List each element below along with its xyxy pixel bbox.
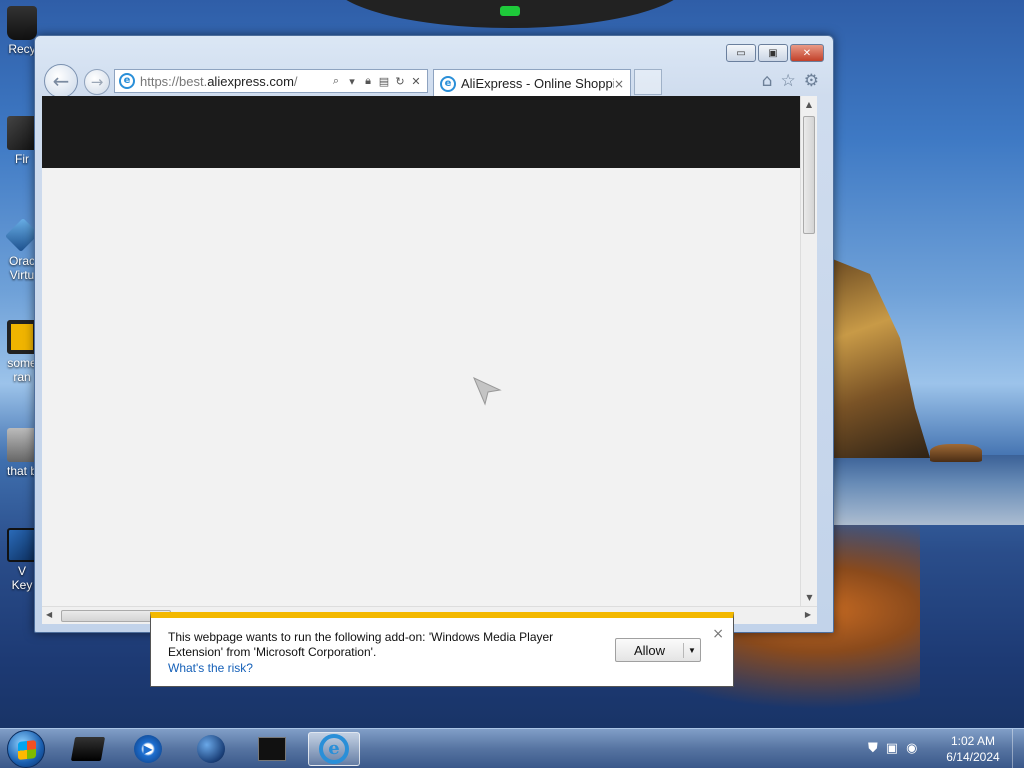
scroll-left-icon[interactable]: ◀ xyxy=(46,610,52,619)
taskbar-item-globe[interactable] xyxy=(185,732,237,766)
globe-icon xyxy=(197,735,225,763)
network-icon[interactable]: ▣ xyxy=(886,741,898,756)
windows-logo-icon xyxy=(18,740,36,760)
minimize-icon: ▭ xyxy=(736,47,746,59)
maximize-button[interactable]: ▣ xyxy=(758,44,788,62)
favorites-star-icon[interactable]: ☆ xyxy=(781,71,796,91)
file-icon xyxy=(7,320,37,354)
tab-title: AliExpress - Online Shoppi... xyxy=(461,76,614,91)
taskbar-item-terminal-folder[interactable] xyxy=(62,732,114,766)
system-clock[interactable]: 1:02 AM 6/14/2024 xyxy=(940,733,1006,765)
volume-icon[interactable]: ◉ xyxy=(906,741,917,756)
terminal-folder-icon xyxy=(70,737,106,761)
window-controls: ▭ ▣ ✕ xyxy=(726,44,824,62)
dropdown-arrow-icon[interactable]: ▾ xyxy=(345,75,359,88)
url-domain: aliexpress.com xyxy=(207,73,294,89)
recycle-bin-icon xyxy=(7,6,37,40)
url-suffix: / xyxy=(293,73,298,89)
taskbar: ▶ e ⛊ ▣ ◉ 1:02 AM 6/14/2024 xyxy=(0,728,1024,768)
wallpaper-sea xyxy=(834,455,1024,525)
tab-close-icon[interactable]: × xyxy=(614,77,624,91)
addon-notification-bar: This webpage wants to run the following … xyxy=(150,612,734,687)
taskbar-item-media-player[interactable]: ▶ xyxy=(122,732,174,766)
top-overlay-notch xyxy=(330,0,690,28)
ie-favicon-icon: e xyxy=(119,73,135,89)
allow-dropdown-icon[interactable]: ▼ xyxy=(684,646,700,655)
status-led xyxy=(500,6,520,16)
close-window-button[interactable]: ✕ xyxy=(790,44,824,62)
notification-close-icon[interactable]: × xyxy=(712,626,724,642)
address-url[interactable]: https://best.aliexpress.com/ xyxy=(140,74,327,89)
console-icon xyxy=(258,737,286,761)
show-desktop-button[interactable] xyxy=(1012,729,1024,768)
minimize-button[interactable]: ▭ xyxy=(726,44,756,62)
start-button[interactable] xyxy=(7,730,45,768)
gear-icon[interactable]: ⚙ xyxy=(804,71,819,91)
home-icon[interactable]: ⌂ xyxy=(762,71,773,91)
page-header-bar xyxy=(42,96,810,168)
whats-the-risk-link[interactable]: What's the risk? xyxy=(168,661,253,675)
allow-button-label: Allow xyxy=(616,642,684,658)
command-icons: ⌂ ☆ ⚙ xyxy=(762,71,819,91)
maximize-icon: ▣ xyxy=(768,47,778,59)
arrow-left-icon: ← xyxy=(52,69,70,93)
vertical-scroll-thumb[interactable] xyxy=(803,116,815,234)
compatibility-view-icon[interactable]: ▤ xyxy=(377,75,391,88)
ie-favicon-icon: e xyxy=(440,75,456,92)
scroll-down-icon[interactable]: ▼ xyxy=(801,589,818,606)
internet-explorer-icon: e xyxy=(319,734,349,764)
refresh-icon[interactable]: ↻ xyxy=(393,75,407,88)
taskbar-item-internet-explorer[interactable]: e xyxy=(308,732,360,766)
wallpaper-rock-small xyxy=(930,444,982,462)
shield-icon[interactable]: ⛊ xyxy=(868,741,878,756)
vertical-scrollbar[interactable]: ▲ ▼ xyxy=(800,96,817,606)
application-icon xyxy=(7,116,37,150)
clock-time: 1:02 AM xyxy=(950,734,996,748)
browser-window: ▭ ▣ ✕ ← → e https://best.aliexpress.com/… xyxy=(34,35,834,687)
forward-button[interactable]: → xyxy=(84,69,110,95)
close-icon: ✕ xyxy=(802,47,812,59)
scroll-up-icon[interactable]: ▲ xyxy=(801,96,817,113)
application-icon xyxy=(7,528,37,562)
taskbar-item-console[interactable] xyxy=(246,732,298,766)
lock-icon[interactable]: 🔒︎ xyxy=(361,74,375,88)
search-icon[interactable]: ⌕ xyxy=(329,74,343,88)
stop-icon[interactable]: ✕ xyxy=(409,75,423,88)
arrow-right-icon: → xyxy=(90,73,104,91)
wallpaper-rock xyxy=(830,258,930,458)
notification-message: This webpage wants to run the following … xyxy=(168,630,554,659)
system-tray: ⛊ ▣ ◉ xyxy=(868,741,917,756)
media-player-icon: ▶ xyxy=(134,735,162,763)
mouse-cursor-icon xyxy=(473,377,502,406)
new-tab-button[interactable] xyxy=(634,69,662,95)
address-bar[interactable]: e https://best.aliexpress.com/ ⌕ ▾ 🔒︎ ▤ … xyxy=(114,69,428,93)
scroll-right-icon[interactable]: ▶ xyxy=(805,610,811,619)
allow-button[interactable]: Allow ▼ xyxy=(615,638,701,662)
clock-date: 6/14/2024 xyxy=(946,750,1000,764)
url-prefix: https://best. xyxy=(140,73,208,89)
tab-aliexpress[interactable]: e AliExpress - Online Shoppi... × xyxy=(433,69,631,97)
back-button[interactable]: ← xyxy=(44,64,78,98)
document-icon xyxy=(7,428,37,462)
page-viewport: ▲ ▼ ◀ ▶ This webpage wants to run the fo… xyxy=(42,96,817,687)
